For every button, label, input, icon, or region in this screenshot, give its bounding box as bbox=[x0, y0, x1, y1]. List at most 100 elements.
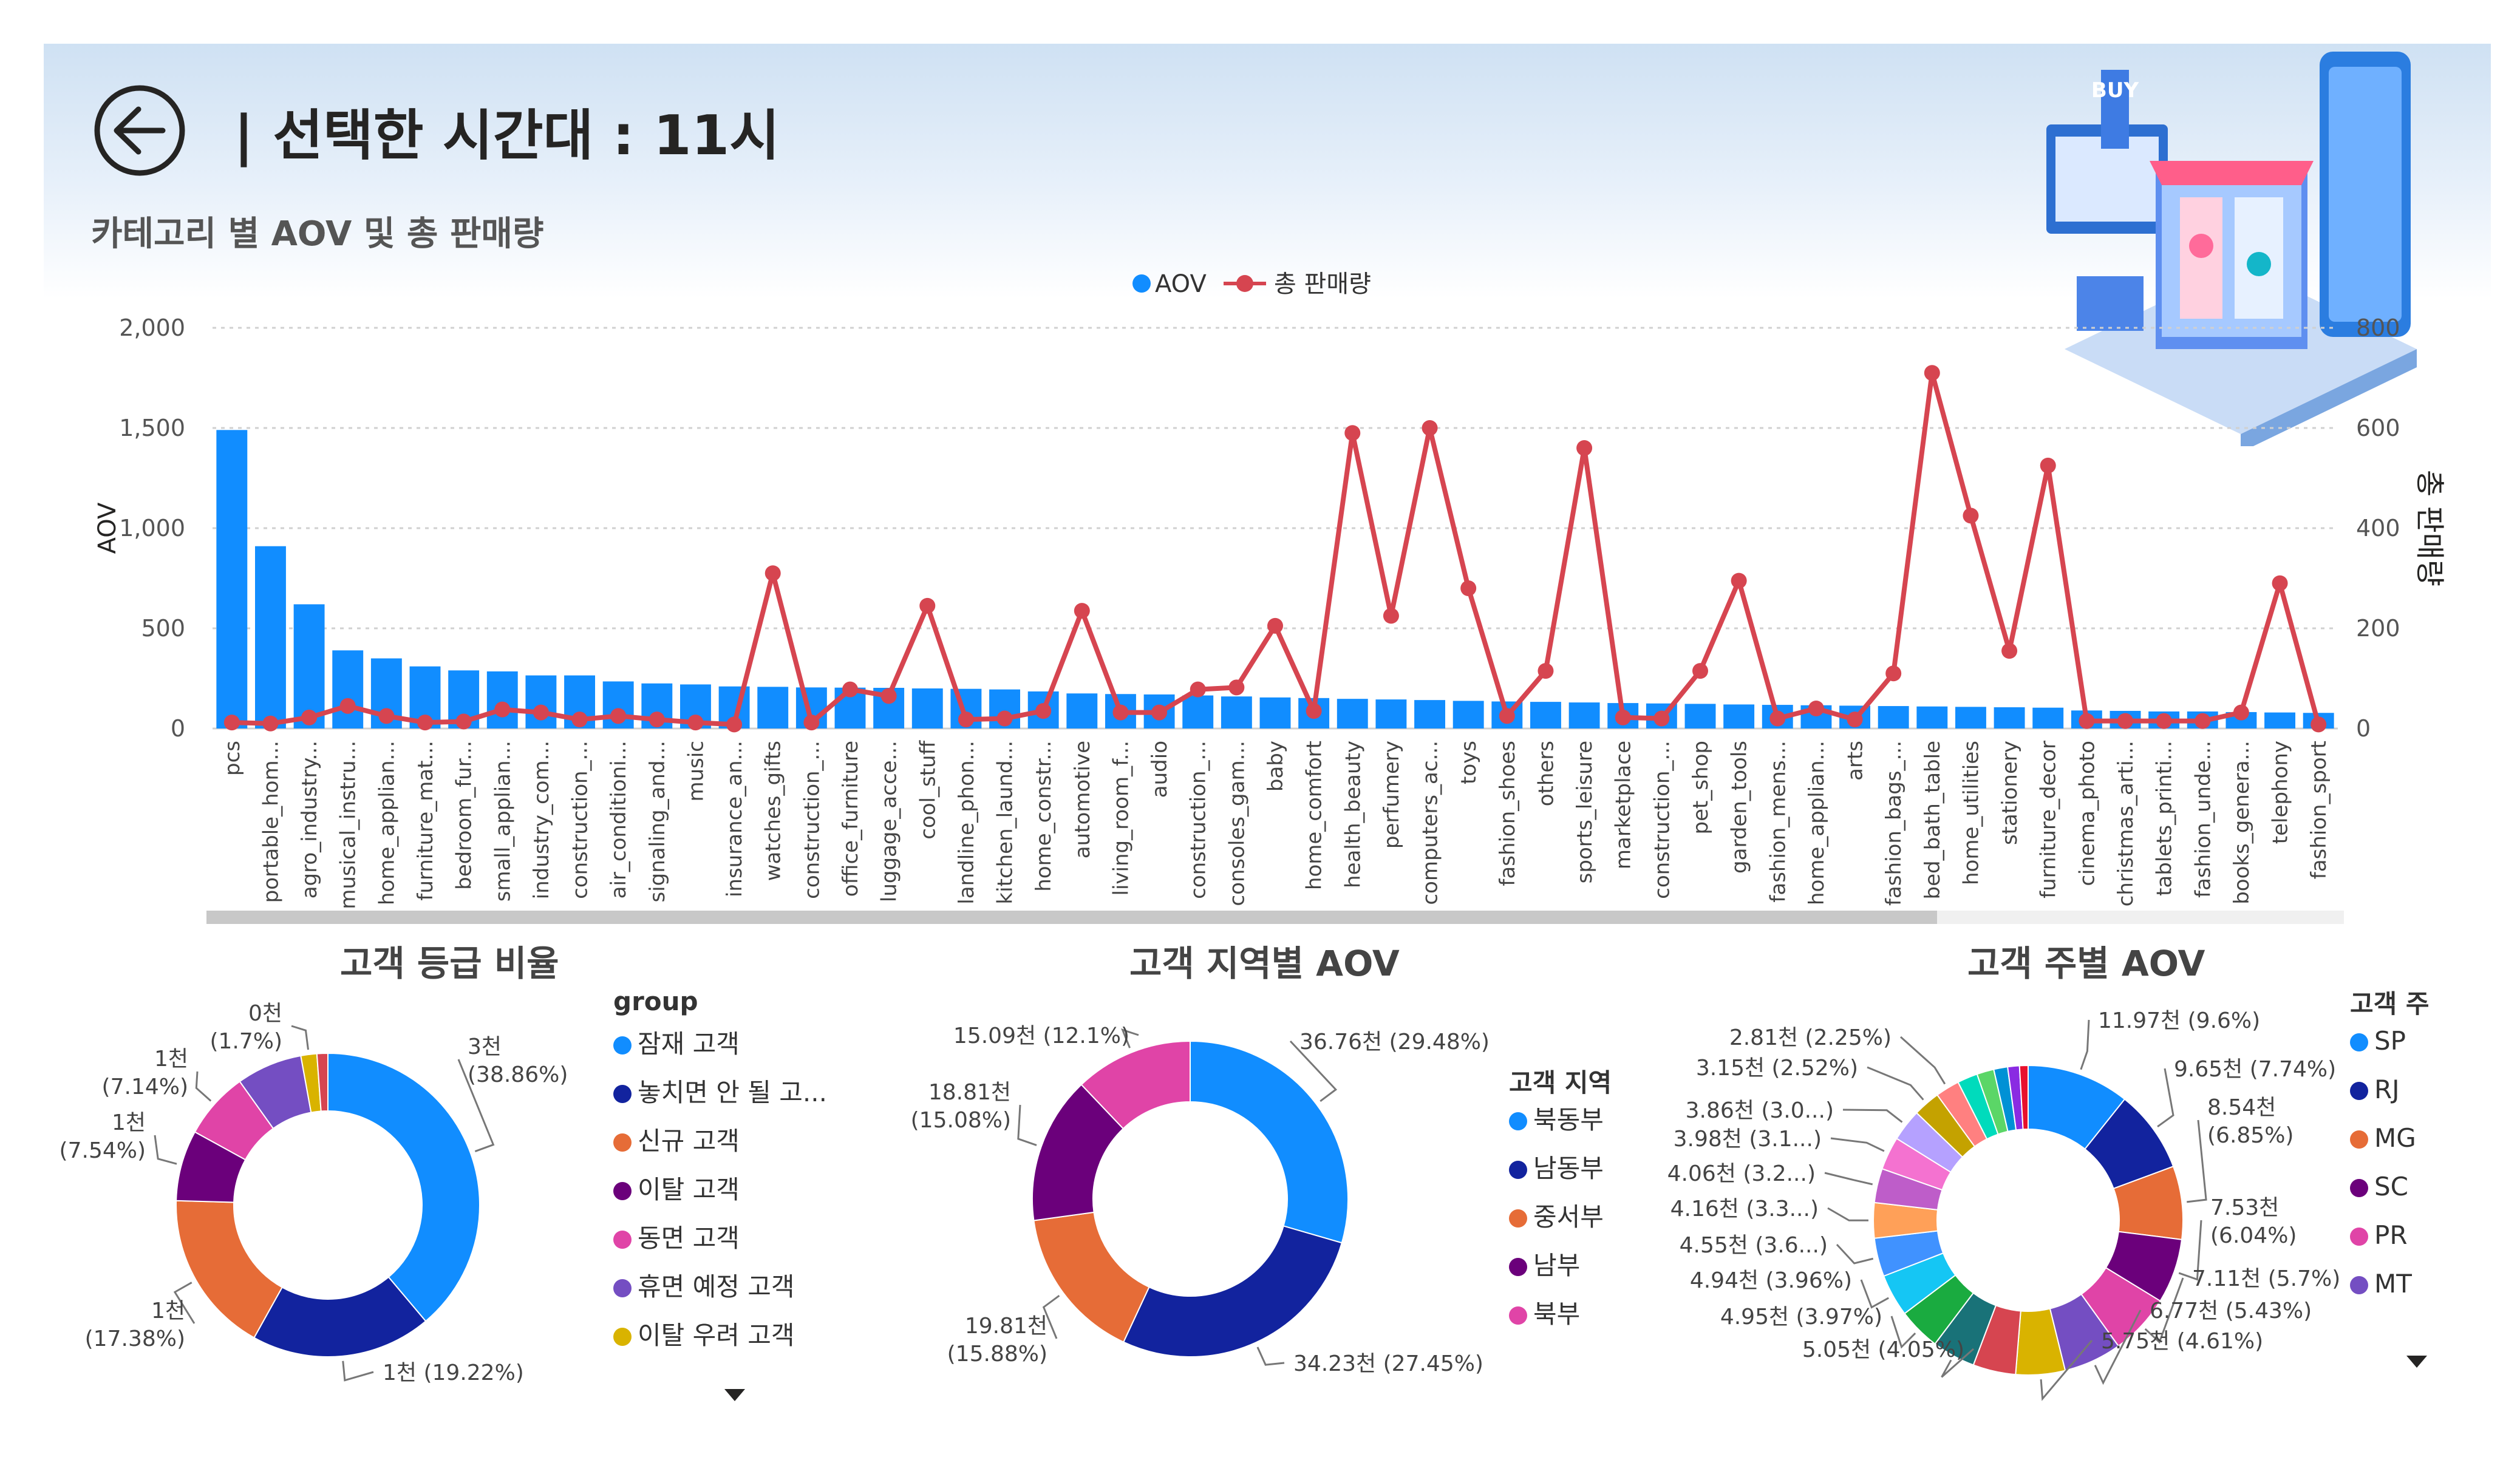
grade-leader-line bbox=[342, 1360, 374, 1382]
region-legend-marker bbox=[1509, 1112, 1527, 1130]
region-leader-line bbox=[1017, 1104, 1037, 1146]
state-legend-item[interactable]: MG bbox=[2350, 1114, 2416, 1163]
state-data-label: 3.98천 (3.1...) bbox=[1674, 1127, 1822, 1152]
grade-legend-item[interactable]: 이탈 우려 고객 bbox=[613, 1311, 827, 1360]
region-legend-label: 북부 bbox=[1533, 1299, 1581, 1329]
region-data-label: 18.81천 (15.08%) bbox=[911, 1080, 1011, 1133]
state-data-label: 4.94천 (3.96%) bbox=[1690, 1268, 1852, 1293]
region-legend-marker bbox=[1509, 1209, 1527, 1228]
grade-legend-marker bbox=[613, 1231, 632, 1249]
grade-leader-line bbox=[154, 1135, 177, 1165]
grade-legend: 잠재 고객놓치면 안 될 고... 신규 고객이탈 고객동면 고객휴면 예정 고객… bbox=[613, 1020, 827, 1360]
state-leader-line bbox=[2187, 1119, 2207, 1203]
state-legend-label: RJ bbox=[2374, 1075, 2400, 1104]
state-leader-line bbox=[2157, 1068, 2174, 1128]
state-data-label: 9.65천 (7.74%) bbox=[2174, 1057, 2336, 1082]
state-data-label: 11.97천 (9.6%) bbox=[2098, 1008, 2260, 1033]
region-legend-marker bbox=[1509, 1161, 1527, 1179]
grade-legend-item[interactable]: 동면 고객 bbox=[613, 1214, 827, 1263]
grade-legend-title: group bbox=[613, 987, 698, 1016]
state-data-label: 3.86천 (3.0...) bbox=[1686, 1098, 1834, 1123]
region-legend-item[interactable]: 남부 bbox=[1509, 1241, 1604, 1290]
state-legend-item[interactable]: PR bbox=[2350, 1211, 2416, 1260]
grade-legend-item[interactable]: 놓치면 안 될 고... bbox=[613, 1068, 827, 1117]
region-legend-marker bbox=[1509, 1258, 1527, 1276]
state-leader-line bbox=[1899, 1036, 1946, 1085]
state-legend-label: SC bbox=[2374, 1172, 2408, 1201]
region-legend-item[interactable]: 남동부 bbox=[1509, 1144, 1604, 1193]
state-legend-item[interactable]: RJ bbox=[2350, 1065, 2416, 1114]
region-legend-label: 남부 bbox=[1533, 1251, 1581, 1280]
region-legend-item[interactable]: 북동부 bbox=[1509, 1096, 1604, 1144]
state-legend-marker bbox=[2350, 1130, 2368, 1149]
grade-data-label: 1천 (7.54%) bbox=[60, 1110, 146, 1163]
state-data-label: 7.53천 (6.04%) bbox=[2210, 1195, 2297, 1248]
grade-data-label: 1천 (19.22%) bbox=[383, 1360, 524, 1385]
region-data-label: 15.09천 (12.1%) bbox=[953, 1024, 1129, 1048]
state-data-label: 4.16천 (3.3...) bbox=[1670, 1197, 1819, 1221]
state-leader-line bbox=[1842, 1109, 1903, 1123]
grade-legend-marker bbox=[613, 1279, 632, 1297]
region-slice bbox=[1190, 1040, 1349, 1244]
region-legend-marker bbox=[1509, 1306, 1527, 1325]
region-donut-title: 고객 지역별 AOV bbox=[1129, 943, 1400, 984]
grade-legend-label: 이탈 우려 고객 bbox=[638, 1320, 795, 1350]
region-legend-title: 고객 지역 bbox=[1509, 1068, 1612, 1098]
state-legend-label: PR bbox=[2374, 1220, 2408, 1250]
region-legend-label: 남동부 bbox=[1533, 1153, 1604, 1183]
grade-slice bbox=[327, 1052, 480, 1322]
region-legend-label: 북동부 bbox=[1533, 1105, 1604, 1135]
grade-legend-marker bbox=[613, 1328, 632, 1346]
state-legend-more-icon[interactable] bbox=[2406, 1356, 2427, 1368]
grade-legend-marker bbox=[613, 1085, 632, 1103]
state-data-label: 4.06천 (3.2...) bbox=[1667, 1161, 1816, 1186]
grade-leader-line bbox=[195, 1071, 212, 1102]
region-data-label: 34.23천 (27.45%) bbox=[1293, 1351, 1483, 1376]
state-legend-marker bbox=[2350, 1228, 2368, 1246]
state-data-label: 5.05천 (4.05%) bbox=[1802, 1337, 1964, 1362]
state-data-label: 6.77천 (5.43%) bbox=[2150, 1299, 2312, 1323]
state-leader-line bbox=[1827, 1207, 1869, 1221]
state-data-label: 5.75천 (4.61%) bbox=[2101, 1329, 2263, 1354]
state-legend-label: MT bbox=[2374, 1269, 2412, 1299]
state-data-label: 2.81천 (2.25%) bbox=[1729, 1025, 1892, 1050]
region-leader-line bbox=[1256, 1347, 1285, 1366]
grade-legend-more-icon[interactable] bbox=[724, 1389, 745, 1401]
state-legend-label: MG bbox=[2374, 1123, 2416, 1153]
state-legend-item[interactable]: SC bbox=[2350, 1163, 2416, 1211]
state-leader-line bbox=[1824, 1172, 1873, 1186]
state-legend-marker bbox=[2350, 1276, 2368, 1294]
grade-legend-item[interactable]: 휴면 예정 고객 bbox=[613, 1263, 827, 1311]
state-leader-line bbox=[1860, 1279, 1889, 1309]
state-data-label: 7.11천 (5.7%) bbox=[2192, 1266, 2340, 1291]
grade-data-label: 0천 (1.7%) bbox=[209, 1001, 282, 1054]
grade-donut-title: 고객 등급 비율 bbox=[340, 943, 559, 984]
grade-data-label: 1천 (7.14%) bbox=[102, 1047, 188, 1099]
state-leader-line bbox=[1836, 1243, 1874, 1265]
region-legend: 북동부남동부중서부남부북부 bbox=[1509, 1096, 1604, 1339]
grade-legend-item[interactable]: 신규 고객 bbox=[613, 1117, 827, 1166]
grade-legend-item[interactable]: 잠재 고객 bbox=[613, 1020, 827, 1068]
region-slice bbox=[1033, 1211, 1150, 1343]
region-legend-label: 중서부 bbox=[1533, 1202, 1604, 1232]
grade-legend-label: 이탈 고객 bbox=[638, 1175, 740, 1204]
grade-legend-label: 잠재 고객 bbox=[638, 1029, 740, 1059]
grade-data-label: 1천 (17.38%) bbox=[85, 1299, 185, 1351]
dashboard-page: | 선택한 시간대 : 11시 카테고리 별 AOV 및 총 판매량 BUY 0… bbox=[0, 0, 2520, 1457]
state-data-label: 4.95천 (3.97%) bbox=[1720, 1305, 1882, 1330]
grade-leader-line bbox=[291, 1025, 309, 1050]
state-legend-item[interactable]: SP bbox=[2350, 1017, 2416, 1065]
grade-data-label: 3천 (38.86%) bbox=[468, 1034, 568, 1087]
region-data-label: 36.76천 (29.48%) bbox=[1299, 1030, 1490, 1055]
region-legend-item[interactable]: 북부 bbox=[1509, 1290, 1604, 1339]
customer-grade-donut-chart: 3천 (38.86%) 1천 (19.22%) 1천 (17.38%) 1천 (7.54%)… bbox=[60, 1001, 2340, 1401]
region-legend-item[interactable]: 중서부 bbox=[1509, 1193, 1604, 1241]
region-data-label: 19.81천 (15.88%) bbox=[947, 1314, 1047, 1367]
state-leader-line bbox=[1867, 1066, 1924, 1101]
grade-legend-marker bbox=[613, 1133, 632, 1152]
grade-legend-label: 동면 고객 bbox=[638, 1223, 740, 1253]
state-legend-label: SP bbox=[2374, 1026, 2406, 1056]
state-legend-item[interactable]: MT bbox=[2350, 1260, 2416, 1308]
grade-legend-item[interactable]: 이탈 고객 bbox=[613, 1166, 827, 1214]
grade-legend-label: 놓치면 안 될 고... bbox=[638, 1078, 827, 1107]
